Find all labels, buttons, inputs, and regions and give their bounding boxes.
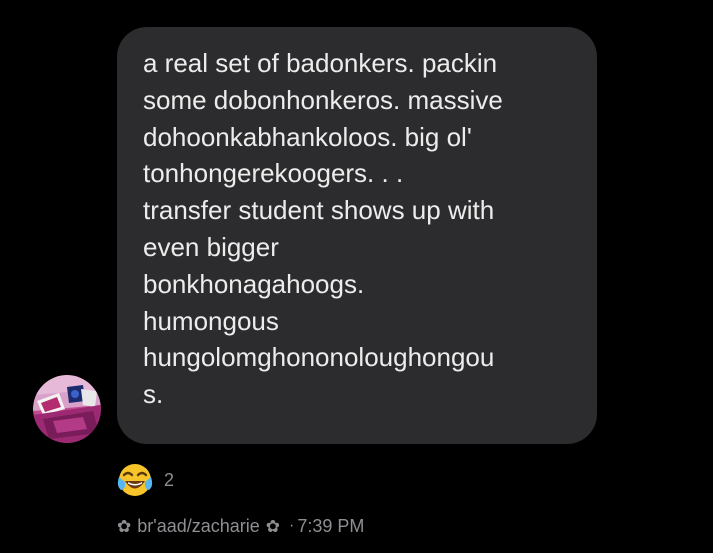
timestamp: 7:39 PM (297, 515, 365, 536)
message-bubble[interactable]: a real set of badonkers. packin some dob… (117, 27, 597, 444)
message-line: dohoonkabhankoloos. big ol' (143, 121, 472, 152)
message-line: hungolomghononoloughongou (143, 342, 495, 373)
message-line: even bigger (143, 231, 279, 262)
message-meta: ✿ br'aad/zacharie ✿ · 7:39 PM (117, 514, 364, 538)
separator-dot: · (289, 517, 295, 534)
message-line: humongous (143, 305, 279, 336)
face-with-tears-of-joy-icon (115, 460, 155, 500)
avatar[interactable] (33, 375, 101, 443)
message-line: bonkhonagahoogs. (143, 268, 365, 299)
message-line: transfer student shows up with (143, 195, 495, 226)
message-line: some dobonhonkeros. massive (143, 84, 503, 115)
message-line: tonhongerekoogers. . . (143, 158, 404, 189)
avatar-image (33, 375, 101, 443)
flower-icon: ✿ (117, 516, 132, 536)
message-line: s. (143, 379, 164, 410)
flower-icon: ✿ (265, 516, 281, 536)
chat-view: a real set of badonkers. packin some dob… (0, 0, 713, 553)
reaction-pill[interactable]: 2 (115, 458, 174, 502)
reaction-count: 2 (164, 469, 175, 490)
message-line: a real set of badonkers. packin (143, 48, 498, 78)
sender-name[interactable]: br'aad/zacharie (137, 516, 260, 537)
